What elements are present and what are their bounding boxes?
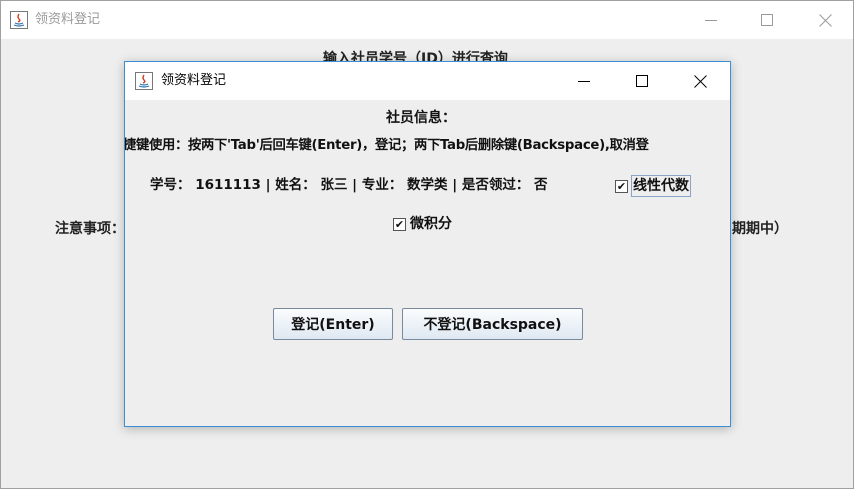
main-close-button[interactable] bbox=[802, 1, 848, 39]
cancel-register-button[interactable]: 不登记(Backspace) bbox=[402, 308, 583, 340]
shortcut-hint: 捷键使用：按两下'Tab'后回车键(Enter)，登记；两下Tab后删除键(Ba… bbox=[125, 138, 649, 153]
member-info-line: 学号： 1611113 | 姓名： 张三 | 专业： 数学类 | 是否领过： 否 bbox=[150, 177, 548, 193]
register-button[interactable]: 登记(Enter) bbox=[273, 308, 393, 340]
main-window-title: 领资料登记 bbox=[35, 12, 101, 27]
register-dialog: 领资料登记 社员信息： 捷键使用：按两下'Tab'后回车键(Enter)，登记；… bbox=[124, 61, 731, 427]
member-info-heading: 社员信息： bbox=[386, 110, 456, 126]
checkmark-icon: ✔ bbox=[615, 179, 628, 193]
checkbox-label: 微积分 bbox=[410, 216, 452, 232]
dialog-titlebar[interactable]: 领资料登记 bbox=[125, 62, 730, 100]
close-icon bbox=[693, 74, 707, 88]
checkbox-label: 线性代数 bbox=[631, 175, 691, 197]
java-app-icon bbox=[10, 11, 28, 29]
notice-label: 注意事项： bbox=[55, 221, 125, 237]
dialog-body: 社员信息： 捷键使用：按两下'Tab'后回车键(Enter)，登记；两下Tab后… bbox=[125, 100, 730, 426]
minimize-icon bbox=[705, 20, 717, 21]
minimize-icon bbox=[578, 81, 590, 82]
dialog-minimize-button[interactable] bbox=[561, 62, 607, 100]
close-icon bbox=[818, 13, 832, 27]
main-maximize-button[interactable] bbox=[744, 1, 790, 39]
dialog-maximize-button[interactable] bbox=[619, 62, 665, 100]
checkbox-linear-algebra[interactable]: ✔ 线性代数 bbox=[615, 175, 691, 197]
maximize-icon bbox=[636, 75, 648, 87]
checkbox-calculus[interactable]: ✔ 微积分 bbox=[393, 214, 452, 234]
dialog-title: 领资料登记 bbox=[161, 73, 227, 88]
main-titlebar[interactable]: 领资料登记 bbox=[1, 1, 853, 39]
notice-text: 期期中） bbox=[732, 221, 788, 237]
maximize-icon bbox=[761, 14, 773, 26]
java-app-icon bbox=[135, 72, 153, 90]
dialog-close-button[interactable] bbox=[677, 62, 723, 100]
checkmark-icon: ✔ bbox=[393, 217, 406, 231]
main-minimize-button[interactable] bbox=[688, 1, 734, 39]
